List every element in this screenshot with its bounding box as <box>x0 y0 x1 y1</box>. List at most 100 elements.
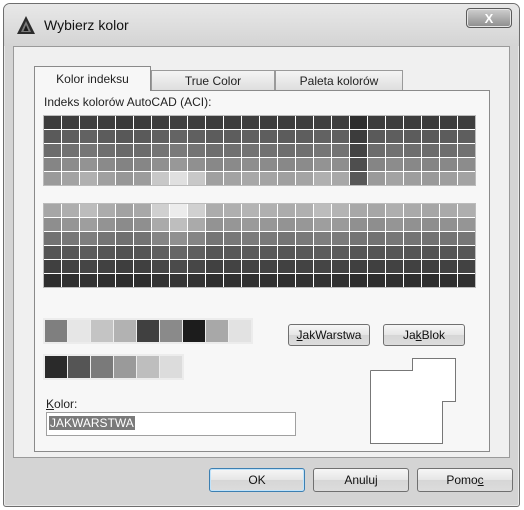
aci-swatch[interactable] <box>440 246 457 259</box>
aci-swatch[interactable] <box>242 116 259 129</box>
aci-swatch[interactable] <box>386 260 403 273</box>
aci-swatch[interactable] <box>116 218 133 231</box>
aci-swatch[interactable] <box>440 144 457 157</box>
tab-true-color[interactable]: True Color <box>151 70 275 90</box>
aci-swatch[interactable] <box>278 246 295 259</box>
aci-swatch[interactable] <box>116 158 133 171</box>
aci-palette-bottom[interactable] <box>43 203 476 288</box>
aci-swatch[interactable] <box>296 204 313 217</box>
aci-swatch[interactable] <box>278 144 295 157</box>
aci-swatch[interactable] <box>440 218 457 231</box>
aci-swatch[interactable] <box>350 274 367 287</box>
aci-swatch[interactable] <box>80 116 97 129</box>
aci-swatch[interactable] <box>242 158 259 171</box>
aci-swatch[interactable] <box>458 158 475 171</box>
aci-swatch[interactable] <box>224 246 241 259</box>
aci-swatch[interactable] <box>206 218 223 231</box>
aci-swatch[interactable] <box>404 172 421 185</box>
aci-swatch[interactable] <box>422 204 439 217</box>
aci-swatch[interactable] <box>332 218 349 231</box>
aci-swatch[interactable] <box>332 158 349 171</box>
aci-swatch[interactable] <box>62 172 79 185</box>
aci-swatch[interactable] <box>332 260 349 273</box>
aci-swatch[interactable] <box>296 218 313 231</box>
aci-swatch[interactable] <box>404 116 421 129</box>
aci-swatch[interactable] <box>134 246 151 259</box>
aci-swatch[interactable] <box>278 274 295 287</box>
tab-color-books[interactable]: Paleta kolorów <box>275 70 403 90</box>
aci-swatch[interactable] <box>332 246 349 259</box>
aci-swatch[interactable] <box>170 144 187 157</box>
aci-swatch[interactable] <box>188 204 205 217</box>
aci-swatch[interactable] <box>422 218 439 231</box>
aci-swatch[interactable] <box>368 246 385 259</box>
aci-swatch[interactable] <box>242 246 259 259</box>
aci-swatch[interactable] <box>314 246 331 259</box>
aci-swatch[interactable] <box>440 130 457 143</box>
aci-swatch[interactable] <box>332 130 349 143</box>
aci-swatch[interactable] <box>242 172 259 185</box>
aci-swatch[interactable] <box>404 204 421 217</box>
gray-shade-swatch[interactable] <box>160 356 182 378</box>
aci-swatch[interactable] <box>152 260 169 273</box>
aci-swatch[interactable] <box>368 172 385 185</box>
aci-swatch[interactable] <box>116 260 133 273</box>
aci-swatch[interactable] <box>98 274 115 287</box>
aci-swatch[interactable] <box>62 116 79 129</box>
aci-swatch[interactable] <box>224 274 241 287</box>
aci-swatch[interactable] <box>188 246 205 259</box>
aci-swatch[interactable] <box>134 172 151 185</box>
aci-swatch[interactable] <box>260 130 277 143</box>
aci-swatch[interactable] <box>314 274 331 287</box>
standard-color-swatch[interactable] <box>229 320 251 342</box>
aci-swatch[interactable] <box>170 246 187 259</box>
standard-color-swatch[interactable] <box>68 320 90 342</box>
aci-swatch[interactable] <box>422 274 439 287</box>
aci-swatch[interactable] <box>296 144 313 157</box>
aci-swatch[interactable] <box>458 218 475 231</box>
aci-swatch[interactable] <box>260 144 277 157</box>
close-button[interactable]: X <box>466 8 512 28</box>
aci-swatch[interactable] <box>260 260 277 273</box>
aci-swatch[interactable] <box>422 232 439 245</box>
aci-swatch[interactable] <box>350 260 367 273</box>
aci-swatch[interactable] <box>44 172 61 185</box>
aci-swatch[interactable] <box>62 232 79 245</box>
aci-swatch[interactable] <box>440 116 457 129</box>
aci-swatch[interactable] <box>206 274 223 287</box>
aci-swatch[interactable] <box>350 116 367 129</box>
aci-swatch[interactable] <box>152 130 169 143</box>
aci-swatch[interactable] <box>80 204 97 217</box>
aci-swatch[interactable] <box>224 204 241 217</box>
aci-swatch[interactable] <box>314 260 331 273</box>
aci-swatch[interactable] <box>188 130 205 143</box>
aci-swatch[interactable] <box>98 130 115 143</box>
aci-swatch[interactable] <box>260 158 277 171</box>
aci-swatch[interactable] <box>260 204 277 217</box>
aci-swatch[interactable] <box>458 246 475 259</box>
aci-swatch[interactable] <box>368 144 385 157</box>
aci-swatch[interactable] <box>188 232 205 245</box>
aci-swatch[interactable] <box>296 158 313 171</box>
aci-swatch[interactable] <box>116 232 133 245</box>
aci-swatch[interactable] <box>206 260 223 273</box>
aci-swatch[interactable] <box>440 172 457 185</box>
aci-swatch[interactable] <box>296 130 313 143</box>
aci-swatch[interactable] <box>206 204 223 217</box>
aci-swatch[interactable] <box>152 172 169 185</box>
aci-swatch[interactable] <box>188 172 205 185</box>
aci-swatch[interactable] <box>368 232 385 245</box>
aci-swatch[interactable] <box>116 116 133 129</box>
aci-swatch[interactable] <box>278 218 295 231</box>
aci-swatch[interactable] <box>44 116 61 129</box>
aci-swatch[interactable] <box>152 274 169 287</box>
aci-swatch[interactable] <box>350 130 367 143</box>
aci-swatch[interactable] <box>98 218 115 231</box>
aci-swatch[interactable] <box>242 260 259 273</box>
aci-swatch[interactable] <box>224 218 241 231</box>
aci-swatch[interactable] <box>458 232 475 245</box>
aci-swatch[interactable] <box>368 218 385 231</box>
aci-swatch[interactable] <box>206 246 223 259</box>
aci-swatch[interactable] <box>422 172 439 185</box>
aci-swatch[interactable] <box>152 158 169 171</box>
